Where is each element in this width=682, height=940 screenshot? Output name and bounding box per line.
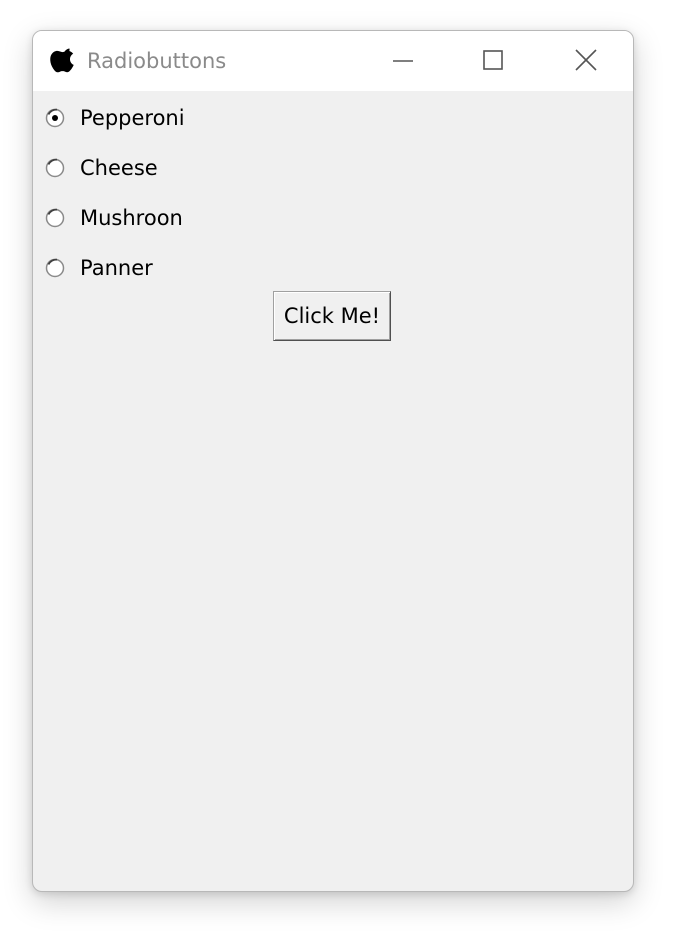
maximize-button[interactable] [470, 43, 516, 79]
close-icon [563, 43, 609, 79]
radio-label: Cheese [80, 156, 158, 180]
radio-pepperoni[interactable]: Pepperoni [43, 103, 185, 133]
close-button[interactable] [563, 43, 609, 79]
minimize-button[interactable] [380, 43, 426, 79]
radio-mushroon[interactable]: Mushroon [43, 203, 183, 233]
app-window: Radiobuttons Pepperoni Cheese Mushroon P… [32, 30, 634, 892]
radio-panner[interactable]: Panner [43, 253, 153, 283]
radio-label: Panner [80, 256, 153, 280]
radio-unchecked-icon[interactable] [43, 156, 67, 180]
title-bar[interactable]: Radiobuttons [33, 31, 633, 91]
radio-checked-icon[interactable] [43, 106, 67, 130]
minimize-icon [380, 43, 426, 79]
window-content: Pepperoni Cheese Mushroon Panner Click M… [33, 91, 633, 891]
window-title: Radiobuttons [87, 49, 227, 73]
apple-logo-icon [47, 43, 81, 77]
radio-cheese[interactable]: Cheese [43, 153, 158, 183]
radio-unchecked-icon[interactable] [43, 206, 67, 230]
radio-label: Pepperoni [80, 106, 185, 130]
radio-label: Mushroon [80, 206, 183, 230]
click-me-button[interactable]: Click Me! [273, 291, 391, 341]
radio-unchecked-icon[interactable] [43, 256, 67, 280]
maximize-icon [470, 43, 516, 79]
